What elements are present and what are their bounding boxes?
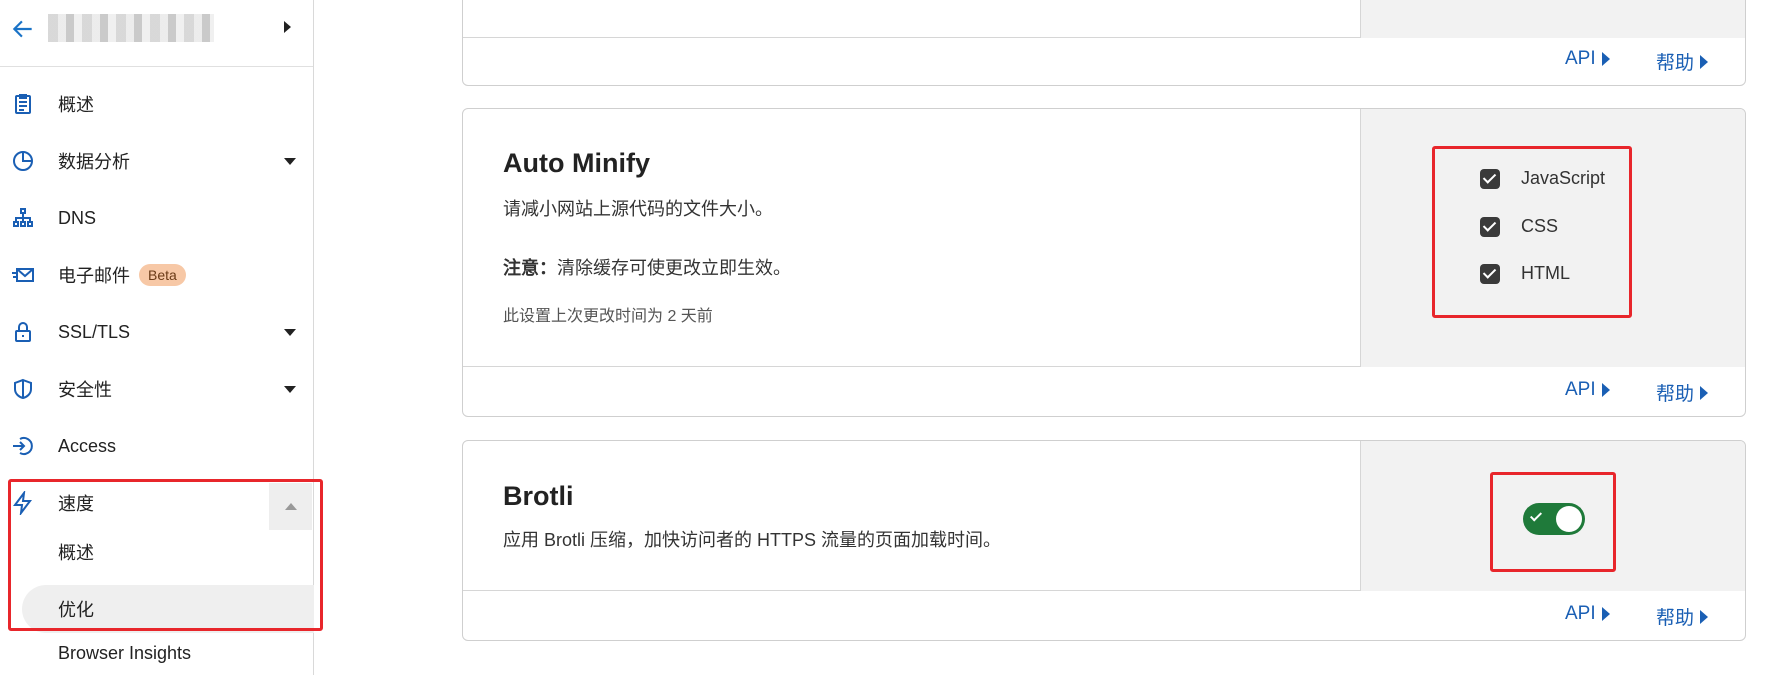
caret-right-icon (1601, 52, 1610, 66)
sidebar-subitem-overview[interactable]: 概述 (0, 530, 313, 574)
api-link-label: API (1565, 48, 1596, 69)
minify-css-option[interactable]: CSS (1480, 216, 1558, 237)
sidebar-item-security[interactable]: 安全性 (0, 367, 313, 411)
card-description: 请减小网站上源代码的文件大小。 (503, 199, 773, 219)
api-link[interactable]: API (1565, 379, 1610, 401)
help-link-label: 帮助 (1656, 53, 1695, 74)
caret-right-icon (1700, 609, 1709, 624)
sidebar-subitem-label: 概述 (58, 543, 94, 563)
pie-chart-icon (13, 151, 33, 171)
toggle-knob (1556, 506, 1582, 532)
collapse-speed-button[interactable] (269, 483, 312, 530)
zone-name-blurred (48, 14, 214, 42)
card-footer: API 帮助 (463, 590, 1745, 640)
card-title: Brotli (503, 481, 574, 511)
partial-settings-card: API 帮助 (462, 0, 1746, 86)
minify-html-option[interactable]: HTML (1480, 263, 1570, 284)
sidebar-item-access[interactable]: Access (0, 424, 313, 468)
sidebar-subitem-label: 优化 (58, 600, 94, 620)
caret-right-icon (1601, 607, 1610, 621)
api-link[interactable]: API (1565, 603, 1610, 625)
caret-right-icon[interactable] (284, 21, 291, 33)
option-label: JavaScript (1521, 168, 1606, 188)
sidebar-subitem-optimization[interactable]: 优化 (0, 587, 313, 631)
sidebar-item-label: 概述 (58, 95, 94, 115)
help-link[interactable]: 帮助 (1656, 379, 1709, 406)
shield-icon (14, 378, 32, 400)
sidebar-item-label: 安全性 (58, 380, 112, 400)
html-checkbox[interactable] (1480, 263, 1500, 284)
sidebar-item-ssl-tls[interactable]: SSL/TLS (0, 310, 313, 354)
help-link-label: 帮助 (1656, 384, 1695, 405)
access-icon (13, 437, 33, 455)
caret-right-icon (1700, 54, 1709, 69)
sidebar-item-overview[interactable]: 概述 (0, 82, 313, 126)
network-icon (13, 208, 33, 227)
back-arrow-icon[interactable] (10, 16, 36, 42)
sidebar-item-email[interactable]: 电子邮件 Beta (0, 253, 313, 297)
api-link-label: API (1565, 379, 1596, 400)
lightning-icon (13, 491, 32, 515)
sidebar-item-label: DNS (58, 207, 97, 228)
help-link[interactable]: 帮助 (1656, 48, 1709, 75)
card-title: Auto Minify (503, 148, 650, 178)
sidebar-item-label: 电子邮件 (58, 266, 130, 286)
caret-right-icon (1700, 385, 1709, 400)
sidebar: 概述 数据分析 DNS 电子邮件 Beta SSL/TLS 安全性 Access… (0, 0, 314, 675)
minify-javascript-option[interactable]: JavaScript (1480, 168, 1605, 189)
card-footer: API 帮助 (463, 366, 1745, 416)
sidebar-subitem-browser-insights[interactable]: Browser Insights (0, 631, 313, 675)
caret-right-icon (1601, 383, 1610, 397)
sidebar-item-label: Access (58, 435, 117, 456)
help-link-label: 帮助 (1656, 608, 1695, 629)
javascript-checkbox[interactable] (1480, 168, 1500, 189)
email-icon (12, 268, 34, 282)
brotli-toggle[interactable] (1523, 503, 1585, 535)
note-text: 清除缓存可使更改立即生效。 (557, 258, 791, 278)
sidebar-subitem-label: Browser Insights (58, 642, 192, 663)
sidebar-item-dns[interactable]: DNS (0, 196, 313, 240)
brotli-card: Brotli 应用 Brotli 压缩，加快访问者的 HTTPS 流量的页面加载… (462, 440, 1746, 641)
chevron-down-icon (284, 157, 296, 165)
sidebar-item-label: SSL/TLS (58, 321, 131, 342)
beta-badge: Beta (139, 264, 186, 286)
sidebar-item-label: 速度 (58, 494, 94, 514)
chevron-down-icon (284, 328, 296, 336)
zone-header (0, 0, 313, 67)
clipboard-icon (15, 94, 31, 114)
sidebar-item-analytics[interactable]: 数据分析 (0, 139, 313, 183)
note-label: 注意： (503, 258, 557, 278)
sidebar-item-label: 数据分析 (58, 152, 130, 172)
card-description: 应用 Brotli 压缩，加快访问者的 HTTPS 流量的页面加载时间。 (503, 530, 1002, 550)
card-note: 注意：清除缓存可使更改立即生效。 (503, 254, 791, 280)
lock-icon (15, 322, 31, 342)
help-link[interactable]: 帮助 (1656, 603, 1709, 630)
chevron-down-icon (284, 385, 296, 393)
option-label: CSS (1521, 216, 1559, 236)
api-link-label: API (1565, 603, 1596, 624)
option-label: HTML (1521, 263, 1570, 283)
last-changed-text: 此设置上次更改时间为 2 天前 (503, 308, 713, 325)
check-icon (1529, 509, 1543, 522)
api-link[interactable]: API (1565, 48, 1610, 70)
css-checkbox[interactable] (1480, 216, 1500, 237)
card-footer: API 帮助 (463, 35, 1745, 85)
sidebar-item-speed[interactable]: 速度 (0, 481, 313, 525)
